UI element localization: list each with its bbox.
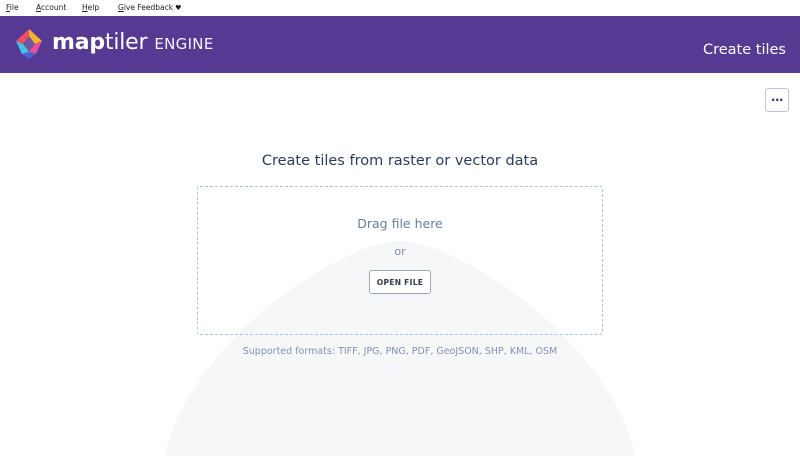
more-options-button[interactable]: ··· [765,88,789,112]
menu-help[interactable]: Help [82,3,99,12]
maptiler-logo-icon [16,29,42,59]
menu-help-label: elp [87,3,100,12]
main-title: Create tiles from raster or vector data [261,153,539,169]
brand-wordmark: map tiler ENGINE [52,30,214,58]
brand-tiler: tiler [104,30,148,55]
brand-engine: ENGINE [154,35,214,53]
open-file-button[interactable]: OPEN FILE [369,270,431,294]
menu-account-label: ccount [41,3,67,12]
menu-feedback-label: ive Feedback [123,3,174,12]
menu-file-label: ile [9,3,19,12]
supported-formats-text: Supported formats: TIFF, JPG, PNG, PDF, … [242,346,558,357]
brand-map: map [52,30,105,55]
menu-give-feedback[interactable]: Give Feedback ♥ [118,3,181,12]
more-horizontal-icon: ··· [770,93,784,107]
menu-file[interactable]: File [6,3,19,12]
heart-icon: ♥ [175,4,182,12]
page-title: Create tiles [702,42,786,58]
or-separator: or [394,245,406,258]
menu-account[interactable]: Account [36,3,66,12]
app-header: map tiler ENGINE Create tiles [0,16,800,73]
file-dropzone[interactable] [197,186,603,335]
menu-bar: File Account Help Give Feedback ♥ [0,0,800,16]
drag-file-text: Drag file here [357,216,443,231]
